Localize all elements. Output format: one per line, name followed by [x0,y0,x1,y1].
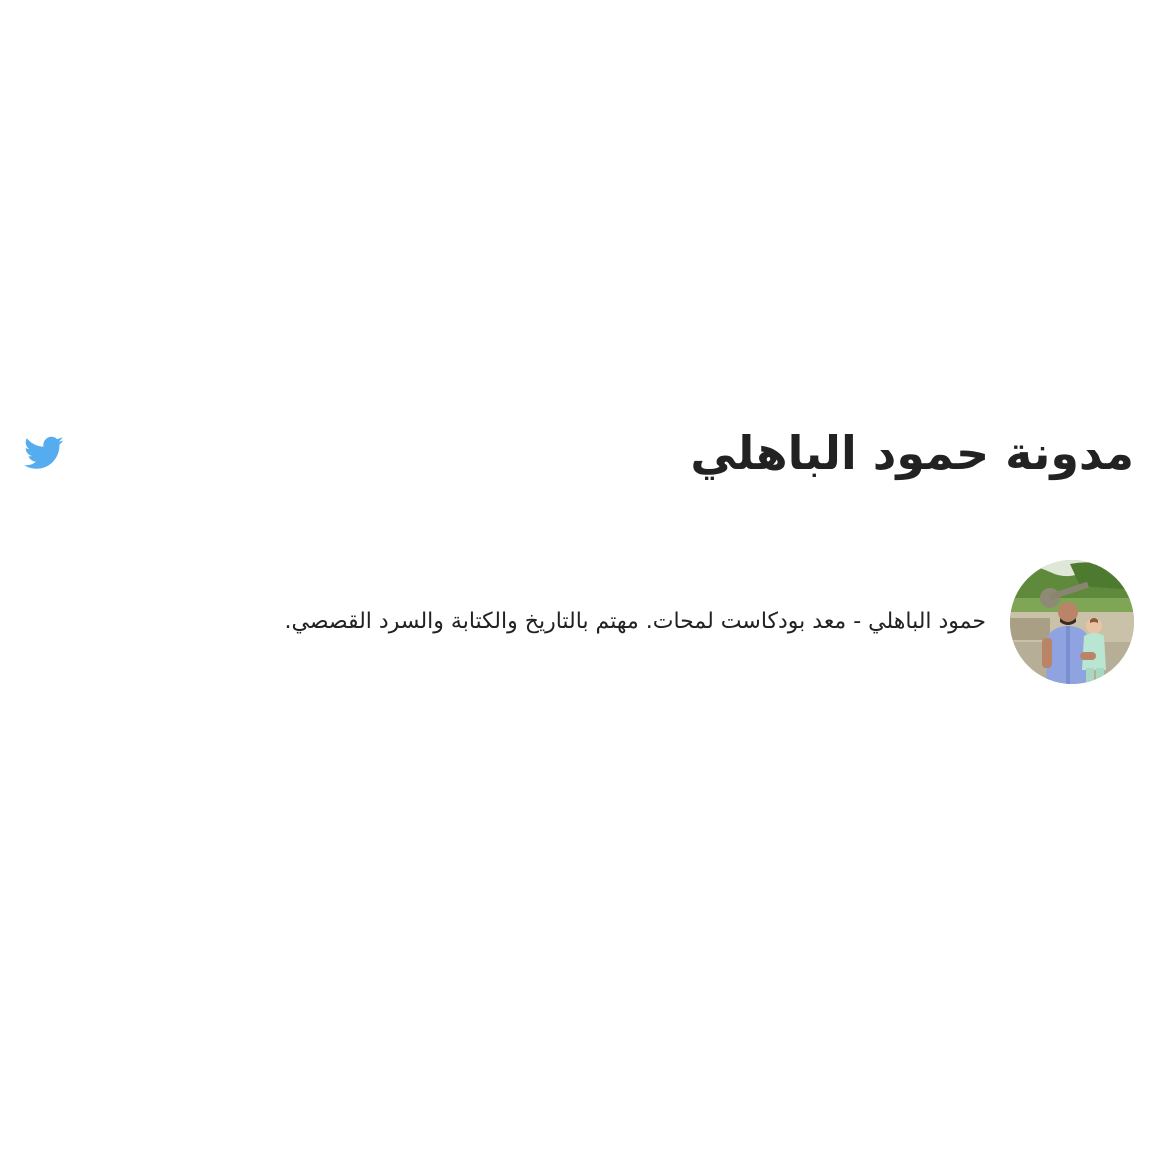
site-header: مدونة حمود الباهلي [20,418,1134,488]
author-photo [1010,560,1134,684]
author-bio: حمود الباهلي - معد بودكاست لمحات. مهتم ب… [284,560,1134,684]
bio-text: حمود الباهلي - معد بودكاست لمحات. مهتم ب… [284,608,986,634]
author-avatar [1010,560,1134,684]
site-title[interactable]: مدونة حمود الباهلي [690,430,1134,476]
twitter-bird-icon [24,436,64,470]
page: مدونة حمود الباهلي حمود الباهلي - معد بو… [0,0,1154,1154]
twitter-link[interactable] [20,429,68,477]
